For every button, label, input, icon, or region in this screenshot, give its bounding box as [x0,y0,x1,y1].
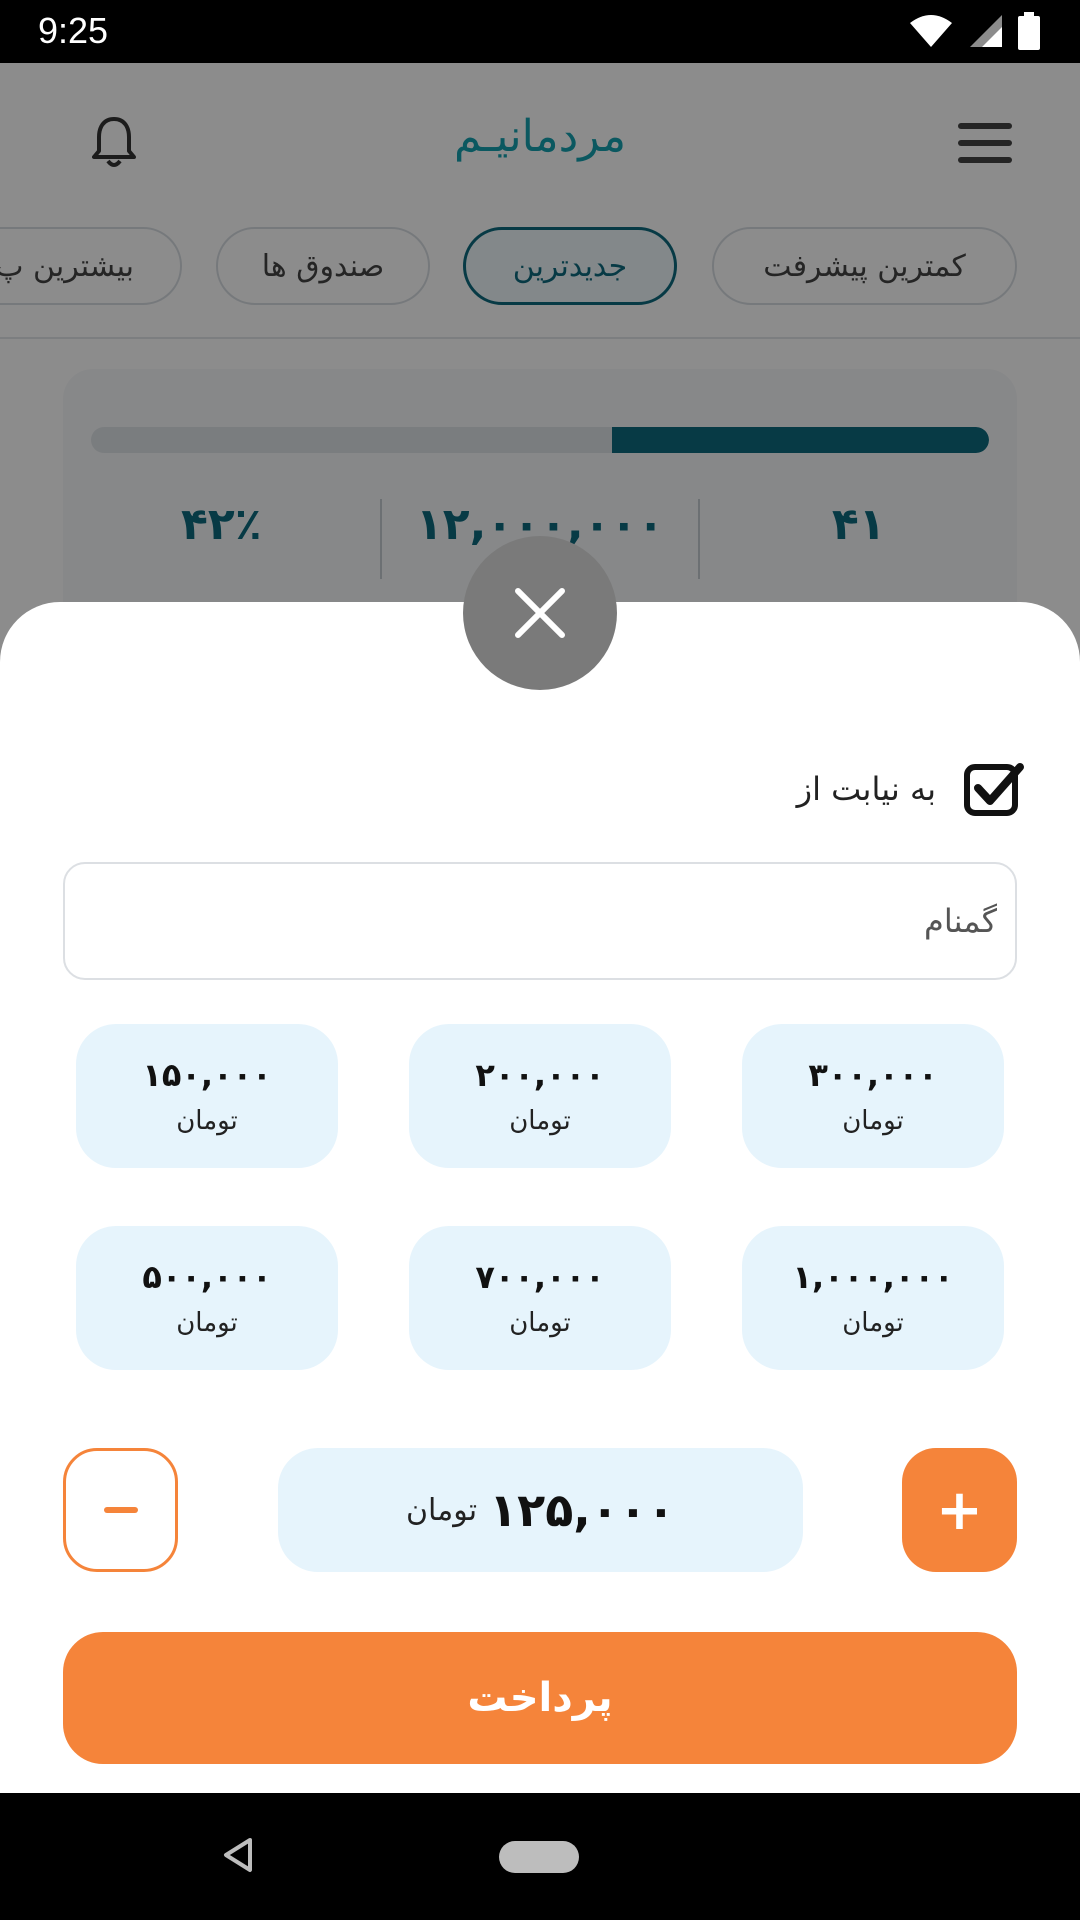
close-button[interactable] [463,536,617,690]
amount-option[interactable]: ۷۰۰,۰۰۰ تومان [409,1226,671,1370]
status-time: 9:25 [38,10,109,51]
amount-unit: تومان [842,1308,904,1338]
amount-option[interactable]: ۱۵۰,۰۰۰ تومان [76,1024,338,1168]
amount-value: ۱,۰۰۰,۰۰۰ [792,1258,954,1296]
amount-value: ۱۵۰,۰۰۰ [142,1056,272,1094]
close-icon [515,588,565,638]
proxy-checkbox-icon[interactable] [964,762,1024,816]
pay-button[interactable]: پرداخت [63,1632,1017,1764]
amount-unit: تومان [842,1106,904,1136]
amount-value: ۳۰۰,۰۰۰ [808,1056,938,1094]
donor-name-input[interactable] [63,862,1017,980]
amount-option[interactable]: ۲۰۰,۰۰۰ تومان [409,1024,671,1168]
status-bar: 9:25 [0,0,1080,63]
status-icons [908,12,1040,50]
amount-option[interactable]: ۳۰۰,۰۰۰ تومان [742,1024,1004,1168]
amount-value: ۵۰۰,۰۰۰ [142,1258,272,1296]
amount-option[interactable]: ۱,۰۰۰,۰۰۰ تومان [742,1226,1004,1370]
system-nav-bar [0,1793,1080,1920]
pay-label: پرداخت [467,1675,613,1721]
donation-bottom-sheet: به نیابت از ۳۰۰,۰۰۰ تومان ۲۰۰,۰۰۰ تومان … [0,602,1080,1793]
proxy-option[interactable]: به نیابت از [797,762,1024,816]
amount-option[interactable]: ۵۰۰,۰۰۰ تومان [76,1226,338,1370]
increase-amount-button[interactable]: + [902,1448,1017,1572]
plus-icon: + [936,1477,983,1543]
home-pill[interactable] [499,1841,579,1873]
wifi-icon [910,15,952,47]
amount-unit: تومان [509,1106,571,1136]
proxy-label: به نیابت از [796,770,936,808]
decrease-amount-button[interactable] [63,1448,178,1572]
back-icon[interactable] [222,1837,254,1873]
amount-unit: تومان [176,1308,238,1338]
amount-value: ۷۰۰,۰۰۰ [475,1258,605,1296]
signal-icon [970,15,1002,47]
amount-unit: تومان [176,1106,238,1136]
current-amount-value: ۱۲۵,۰۰۰ [489,1483,676,1537]
amount-value: ۲۰۰,۰۰۰ [475,1056,605,1094]
amount-stepper: ۱۲۵,۰۰۰ تومان + [63,1448,1017,1572]
amount-options: ۳۰۰,۰۰۰ تومان ۲۰۰,۰۰۰ تومان ۱۵۰,۰۰۰ توما… [76,1024,1004,1374]
minus-icon [103,1507,138,1513]
amount-unit: تومان [509,1308,571,1338]
current-amount: ۱۲۵,۰۰۰ تومان [278,1448,803,1572]
battery-icon [1018,12,1040,50]
current-amount-unit: تومان [405,1492,478,1528]
